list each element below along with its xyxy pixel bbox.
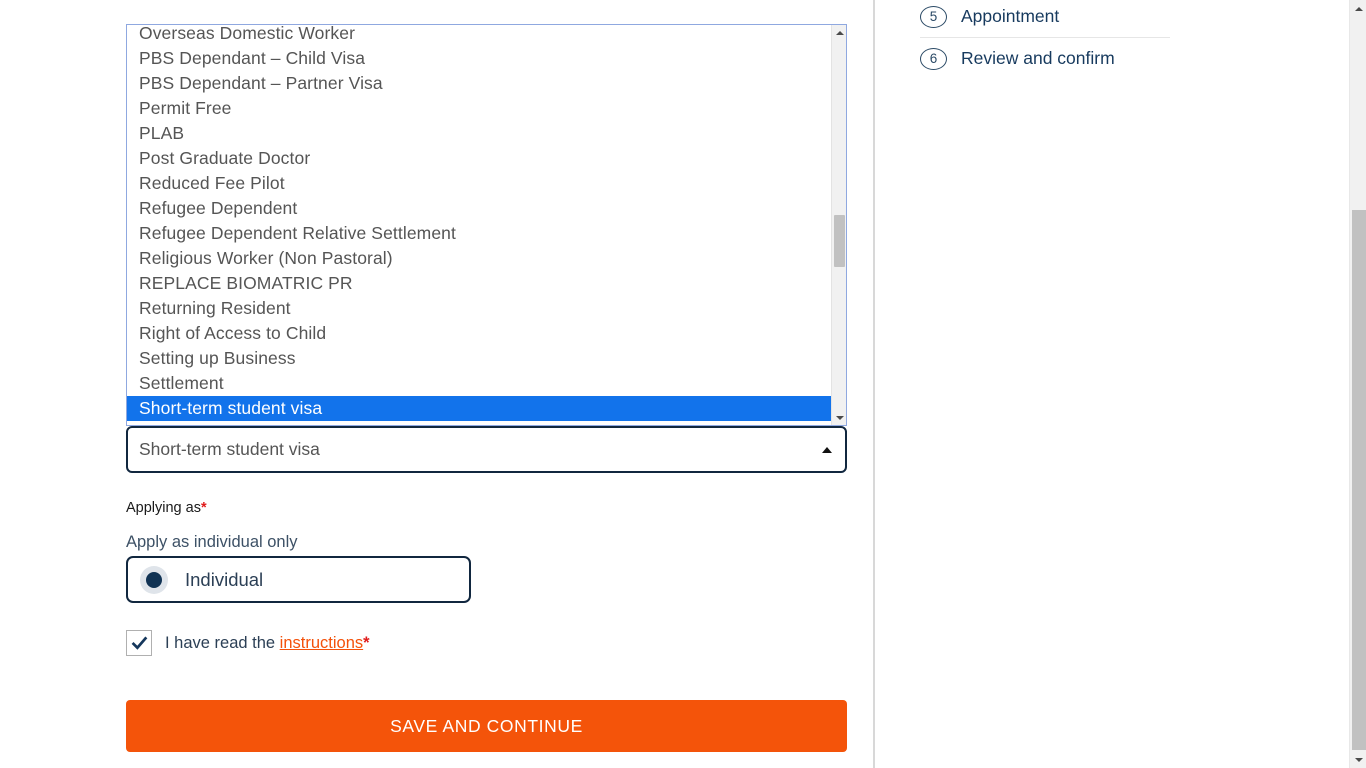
listbox-option[interactable]: Right of Access to Child xyxy=(127,321,832,346)
save-and-continue-button[interactable]: SAVE AND CONTINUE xyxy=(126,700,847,752)
radio-button-icon[interactable] xyxy=(140,565,168,594)
step-item-review-and-confirm[interactable]: 6 Review and confirm xyxy=(920,42,1340,75)
radio-option-individual[interactable]: Individual xyxy=(126,556,471,603)
visa-type-listbox[interactable]: Overseas Domestic Worker PBS Dependant – … xyxy=(126,24,847,426)
listbox-option[interactable]: Short-term student visa xyxy=(127,396,832,421)
listbox-option[interactable]: Refugee Dependent Relative Settlement xyxy=(127,221,832,246)
triangle-up-icon[interactable] xyxy=(1350,0,1366,17)
applying-as-label-text: Applying as xyxy=(126,500,201,516)
content-sidebar-divider xyxy=(873,0,875,768)
instructions-consent-checkbox[interactable] xyxy=(126,630,152,656)
step-divider xyxy=(920,37,1170,38)
page-scrollbar[interactable] xyxy=(1349,0,1366,768)
listbox-option[interactable]: REPLACE BIOMATRIC PR xyxy=(127,271,832,296)
triangle-down-icon[interactable] xyxy=(1350,751,1366,768)
required-asterisk: * xyxy=(200,500,207,516)
listbox-option[interactable]: Post Graduate Doctor xyxy=(127,146,832,171)
listbox-option[interactable]: Reduced Fee Pilot xyxy=(127,171,832,196)
listbox-option[interactable]: Overseas Domestic Worker xyxy=(127,25,832,46)
listbox-option[interactable]: PLAB xyxy=(127,121,832,146)
radio-option-individual-label: Individual xyxy=(185,568,264,590)
listbox-option[interactable]: Returning Resident xyxy=(127,296,832,321)
instructions-link[interactable]: instructions xyxy=(280,634,363,652)
step-number-badge: 6 xyxy=(920,47,947,70)
page-root: Overseas Domestic Worker PBS Dependant – … xyxy=(0,0,1366,768)
progress-steps-panel: 5 Appointment 6 Review and confirm xyxy=(920,0,1340,75)
triangle-up-icon[interactable] xyxy=(832,25,846,40)
triangle-down-icon[interactable] xyxy=(832,410,846,425)
listbox-option[interactable]: PBS Dependant – Partner Visa xyxy=(127,71,832,96)
listbox-options: Overseas Domestic Worker PBS Dependant – … xyxy=(127,25,832,421)
page-scrollbar-thumb[interactable] xyxy=(1352,210,1366,750)
listbox-option[interactable]: Religious Worker (Non Pastoral) xyxy=(127,246,832,271)
required-asterisk: * xyxy=(363,633,370,652)
listbox-viewport: Overseas Domestic Worker PBS Dependant – … xyxy=(127,25,832,425)
step-label: Appointment xyxy=(961,6,1060,26)
consent-text-before: I have read the xyxy=(165,633,280,652)
visa-application-form: Overseas Domestic Worker PBS Dependant – … xyxy=(126,0,847,768)
listbox-option[interactable]: PBS Dependant – Child Visa xyxy=(127,46,832,71)
listbox-option[interactable]: Permit Free xyxy=(127,96,832,121)
listbox-scrollbar[interactable] xyxy=(831,25,846,425)
listbox-scrollbar-thumb[interactable] xyxy=(834,215,845,267)
listbox-option[interactable]: Refugee Dependent xyxy=(127,196,832,221)
step-item-appointment[interactable]: 5 Appointment xyxy=(920,0,1340,33)
listbox-option[interactable]: Settlement xyxy=(127,371,832,396)
instructions-consent-text: I have read the instructions* xyxy=(165,634,370,653)
chevron-up-icon[interactable] xyxy=(809,446,845,453)
step-number-badge: 5 xyxy=(920,5,947,28)
checkmark-icon xyxy=(131,635,147,650)
step-label: Review and confirm xyxy=(961,48,1115,68)
radio-selected-dot xyxy=(146,571,162,588)
listbox-option[interactable]: Setting up Business xyxy=(127,346,832,371)
visa-type-selected-value: Short-term student visa xyxy=(139,439,320,459)
instructions-consent-row[interactable]: I have read the instructions* xyxy=(126,629,370,657)
visa-type-select[interactable]: Short-term student visa xyxy=(126,426,847,473)
apply-as-individual-sublabel: Apply as individual only xyxy=(126,533,298,551)
applying-as-label: Applying as* xyxy=(126,500,207,516)
